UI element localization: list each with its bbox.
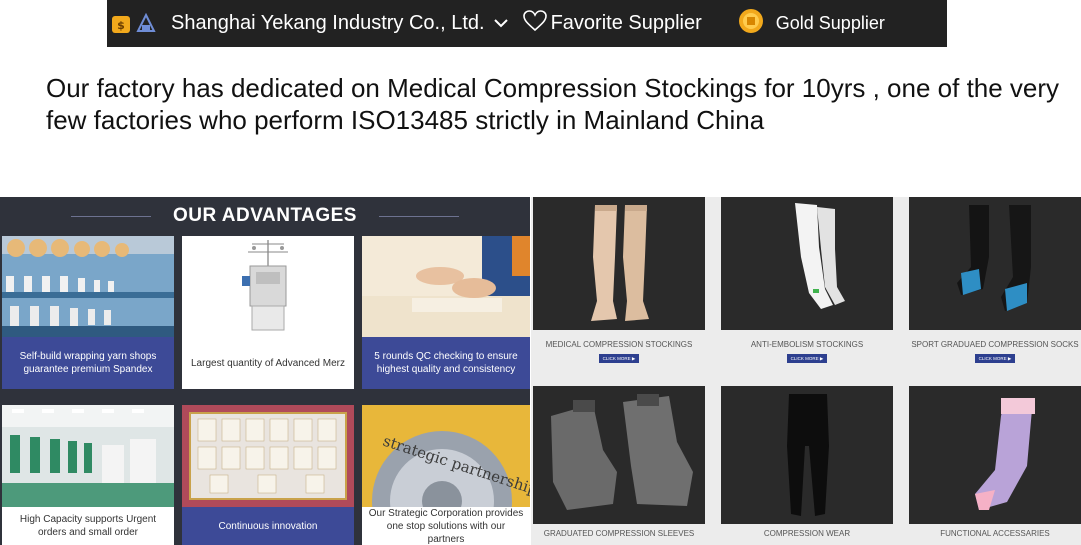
advantage-caption: Largest quantity of Advanced Merz xyxy=(182,337,354,389)
product-name: COMPRESSION WEAR xyxy=(763,529,851,538)
favorite-supplier-label: Favorite Supplier xyxy=(550,12,702,34)
advantage-tile-partnership: strategic partnership Our Strategic Corp… xyxy=(362,405,530,545)
advantage-caption: Our Strategic Corporation provides one s… xyxy=(362,507,530,545)
verified-shield-icon xyxy=(135,12,157,35)
products-panel: MEDICAL COMPRESSION STOCKINGS CLICK MORE… xyxy=(531,197,1081,545)
functional-accessories-image xyxy=(909,386,1081,524)
page: $ Shanghai Yekang Industry Co., Ltd. Fav… xyxy=(0,0,1081,545)
compression-sleeves-image xyxy=(533,386,705,524)
badge-icon: $ xyxy=(110,13,132,35)
company-name-link[interactable]: Shanghai Yekang Industry Co., Ltd. xyxy=(171,12,485,35)
product-name: ANTI-EMBOLISM STOCKINGS xyxy=(750,340,864,349)
click-more-button[interactable]: CLICK MORE ▶ xyxy=(975,354,1015,363)
advantage-tile-yarn: Self-build wrapping yarn shops guarantee… xyxy=(2,236,174,389)
advantages-panel: OUR ADVANTAGES Self-build wrapping yarn … xyxy=(0,197,530,545)
chevron-down-icon[interactable] xyxy=(493,13,509,34)
divider xyxy=(378,215,459,217)
medical-stockings-image xyxy=(533,197,705,330)
click-more-button[interactable]: CLICK MORE ▶ xyxy=(787,354,827,363)
advantage-tile-qc: 5 rounds QC checking to ensure highest q… xyxy=(362,236,530,389)
advantage-caption: 5 rounds QC checking to ensure highest q… xyxy=(362,337,530,389)
gold-supplier-label: Gold Supplier xyxy=(775,13,885,33)
gold-medal-icon xyxy=(738,8,764,39)
qc-checking-image xyxy=(362,236,530,337)
product-name: GRADUATED COMPRESSION SLEEVES xyxy=(543,529,695,538)
advantages-header: OUR ADVANTAGES xyxy=(0,197,530,235)
advantage-tile-machine: Largest quantity of Advanced Merz xyxy=(182,236,354,389)
product-name: MEDICAL COMPRESSION STOCKINGS xyxy=(545,340,693,349)
heart-icon xyxy=(522,10,547,37)
factory-floor-image xyxy=(2,405,174,507)
advantage-tile-capacity: High Capacity supports Urgent orders and… xyxy=(2,405,174,545)
compression-wear-image xyxy=(721,386,893,524)
divider xyxy=(71,215,151,217)
headline-text: Our factory has dedicated on Medical Com… xyxy=(46,73,1060,135)
partnership-gears-image: strategic partnership xyxy=(362,405,530,545)
knitting-machine-image xyxy=(182,236,354,337)
yarn-spools-image xyxy=(2,236,174,337)
sport-compression-socks-image xyxy=(909,197,1081,330)
advantage-tile-innovation: Continuous innovation xyxy=(182,405,354,545)
advantage-caption: Self-build wrapping yarn shops guarantee… xyxy=(2,337,174,389)
product-name: FUNCTIONAL ACCESSARIES xyxy=(940,529,1050,538)
product-name: SPORT GRADUAED COMPRESSION SOCKS xyxy=(911,340,1079,349)
gold-supplier-badge: Gold Supplier xyxy=(738,8,885,39)
advantages-title: OUR ADVANTAGES xyxy=(173,205,357,226)
svg-text:$: $ xyxy=(117,19,125,32)
certificates-wall-image xyxy=(182,405,354,507)
favorite-supplier-button[interactable]: Favorite Supplier xyxy=(522,10,702,37)
anti-embolism-stockings-image xyxy=(721,197,893,330)
supplier-bar: $ Shanghai Yekang Industry Co., Ltd. Fav… xyxy=(107,0,947,47)
advantage-caption: High Capacity supports Urgent orders and… xyxy=(2,507,174,545)
advantage-caption: Continuous innovation xyxy=(182,507,354,545)
click-more-button[interactable]: CLICK MORE ▶ xyxy=(599,354,639,363)
